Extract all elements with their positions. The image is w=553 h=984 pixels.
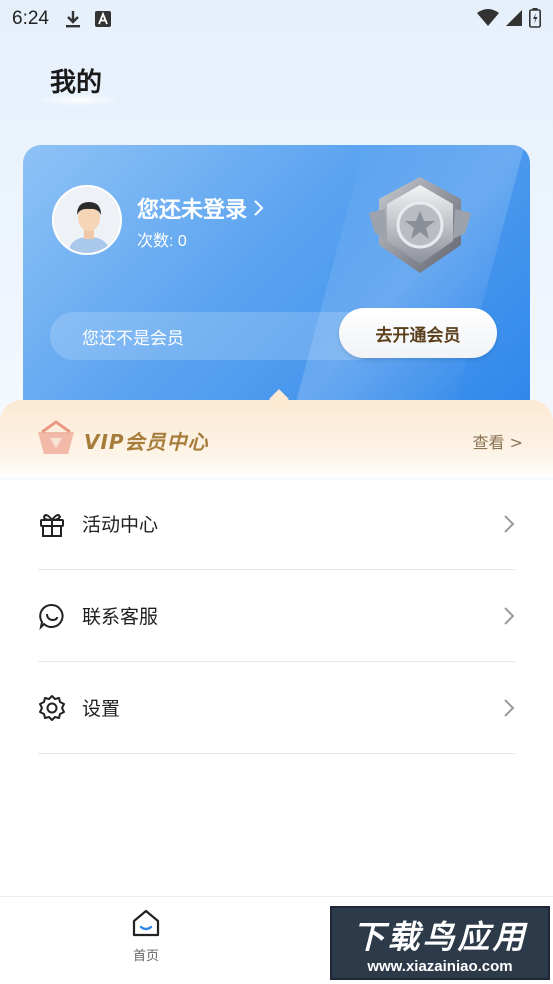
login-link[interactable]: 您还未登录 [137, 192, 265, 224]
gear-icon [39, 694, 65, 721]
open-member-button[interactable]: 去开通会员 [339, 308, 497, 358]
home-icon [132, 909, 160, 937]
silver-medal-icon [369, 177, 471, 273]
user-avatar-icon [54, 187, 120, 253]
not-member-text: 您还不是会员 [82, 328, 184, 349]
text-app-icon [94, 11, 111, 27]
chevron-right-icon [504, 699, 515, 717]
status-time: 6:24 [12, 8, 49, 29]
nav-home-label: 首页 [132, 949, 159, 964]
member-card: 您还未登录 次数: 0 您还不是会员 去开通会员 [23, 145, 530, 425]
vip-more-link[interactable]: 查看 > [473, 429, 524, 453]
signal-icon [506, 10, 522, 26]
chevron-right-icon [254, 200, 264, 216]
chevron-right-icon [504, 515, 515, 533]
menu-label: 联系客服 [82, 606, 159, 628]
chevron-right-icon [504, 607, 515, 625]
open-member-label: 去开通会员 [375, 325, 461, 346]
menu-item-customer-service[interactable]: 联系客服 [38, 570, 515, 662]
count-row: 次数: 0 [137, 227, 187, 251]
menu-item-settings[interactable]: 设置 [38, 662, 515, 754]
watermark-title: 下载鸟应用 [352, 917, 528, 956]
watermark-url: www.xiazainiao.com [367, 957, 513, 975]
wifi-icon [477, 9, 499, 26]
nav-home-tab[interactable]: 首页 [110, 907, 182, 964]
gift-icon [40, 513, 64, 537]
count-label: 次数: [137, 233, 174, 250]
vip-title: VIP会员中心 [84, 430, 209, 454]
download-icon [65, 11, 80, 28]
login-text: 您还未登录 [137, 198, 248, 223]
page-title: 我的 [50, 68, 103, 98]
menu-label: 设置 [82, 698, 121, 720]
watermark-logo: 下载鸟应用 www.xiazainiao.com [330, 906, 550, 980]
vip-center-banner[interactable]: VIP会员中心 查看 > [0, 389, 553, 478]
status-bar: 6:24 [0, 0, 553, 38]
not-member-pill: 您还不是会员 [50, 312, 380, 360]
count-value: 0 [177, 233, 187, 250]
menu-list: 活动中心 联系客服 设置 [0, 478, 553, 754]
chat-icon [39, 603, 64, 630]
avatar[interactable] [52, 185, 122, 255]
menu-item-activity-center[interactable]: 活动中心 [38, 478, 515, 570]
battery-icon [529, 8, 541, 28]
menu-label: 活动中心 [82, 514, 159, 536]
vip-basket-icon [38, 420, 74, 454]
